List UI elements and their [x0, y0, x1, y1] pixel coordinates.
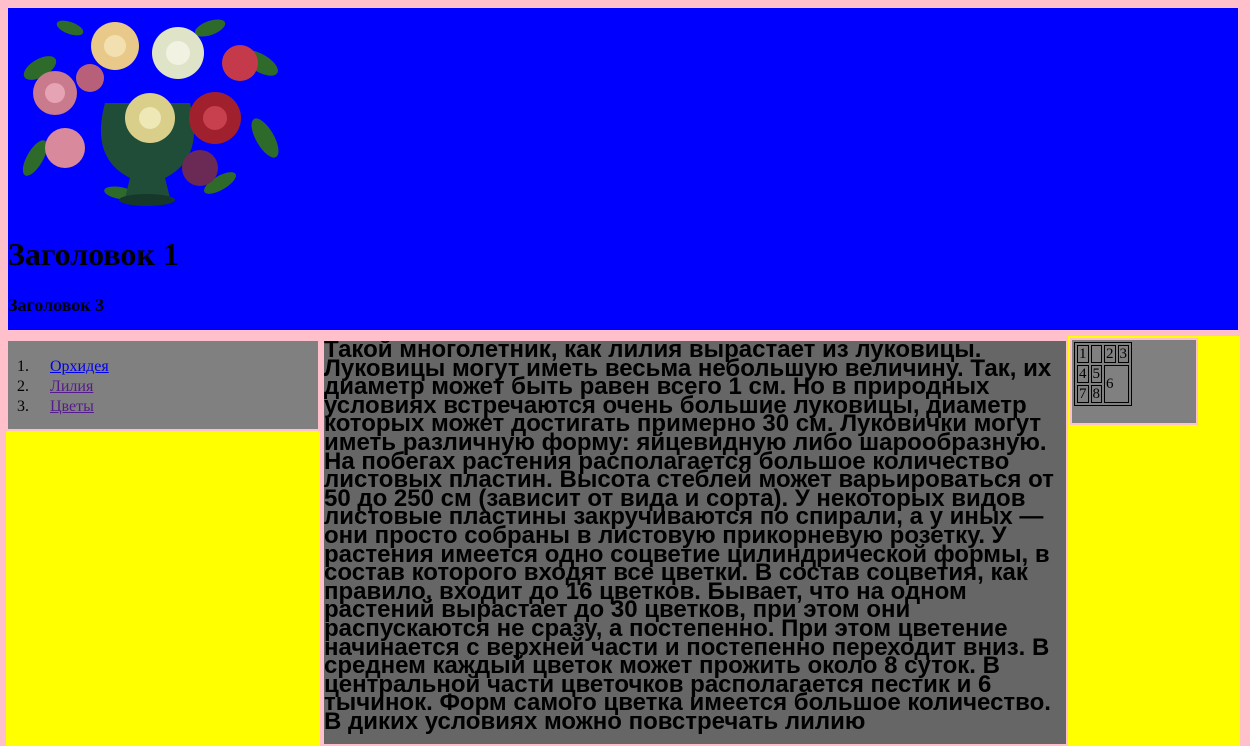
main-content: Такой многолетник, как лилия вырастает и…	[322, 339, 1068, 746]
right-sidebar: 1 2 3 4 5 6 7 8	[1068, 336, 1244, 746]
heading-1: Заголовок 1	[8, 236, 179, 272]
nav-link-flowers[interactable]: Цветы	[50, 398, 94, 415]
grid-cell: 1	[1077, 345, 1089, 363]
number-grid-table: 1 2 3 4 5 6 7 8	[1074, 342, 1132, 406]
grid-cell: 5	[1090, 365, 1102, 383]
flower-vase-image	[22, 19, 279, 206]
grid-cell: 8	[1090, 385, 1102, 403]
nav-menu: Орхидея Лилия Цветы	[6, 339, 320, 431]
number-grid-box: 1 2 3 4 5 6 7 8	[1070, 338, 1198, 425]
grid-cell: 6	[1104, 365, 1129, 403]
grid-cell: 2	[1104, 345, 1116, 363]
nav-link-lily[interactable]: Лилия	[50, 378, 93, 395]
left-sidebar: Орхидея Лилия Цветы	[6, 339, 320, 746]
nav-item-orchid: Орхидея	[33, 357, 109, 377]
page-header: Заголовок 1 Заголовок 3	[6, 6, 1240, 332]
article-text: Такой многолетник, как лилия вырастает и…	[324, 339, 1054, 735]
grid-cell-empty	[1090, 345, 1102, 363]
grid-cell: 7	[1077, 385, 1089, 403]
nav-item-lily: Лилия	[33, 377, 109, 397]
grid-cell: 4	[1077, 365, 1089, 383]
right-edge-strip	[1240, 336, 1250, 746]
nav-link-orchid[interactable]: Орхидея	[50, 358, 109, 375]
heading-3: Заголовок 3	[8, 295, 105, 315]
grid-cell: 3	[1117, 345, 1129, 363]
nav-item-flowers: Цветы	[33, 397, 109, 417]
nav-list: Орхидея Лилия Цветы	[33, 357, 109, 417]
